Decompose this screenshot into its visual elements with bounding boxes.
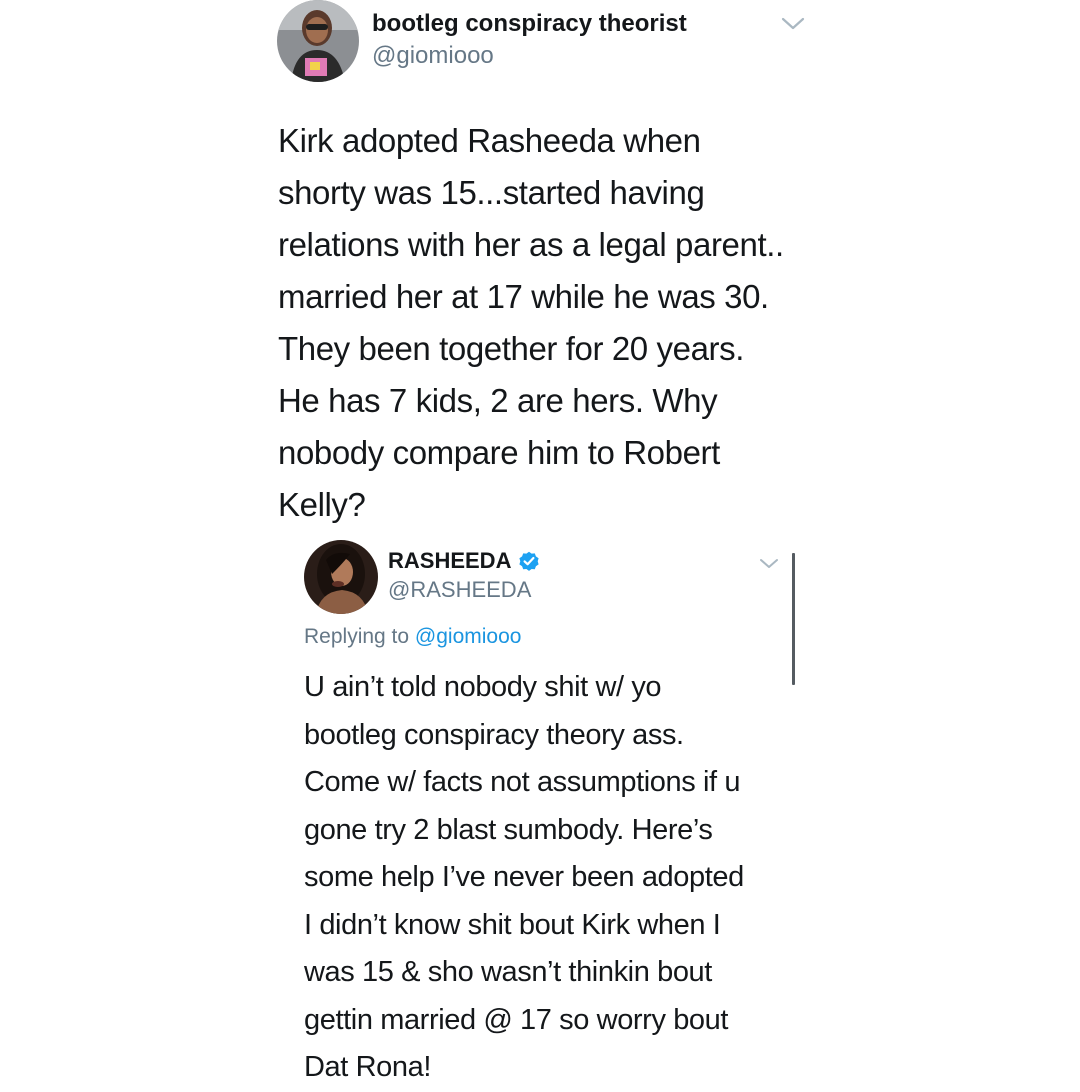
chevron-down-icon[interactable] <box>780 14 806 34</box>
reply-text-line: Dat Rona! <box>304 1051 431 1083</box>
reply-text-line: some help I’ve never been adopted <box>304 861 744 893</box>
tweet-text-line: Kelly? <box>278 486 366 523</box>
reply-text-line: U ain’t told nobody shit w/ yo <box>304 671 662 703</box>
replying-to-prefix: Replying to <box>304 625 410 648</box>
replying-to-mention-link[interactable]: @giomiooo <box>415 625 522 648</box>
chevron-down-icon[interactable] <box>758 555 780 573</box>
tweet-text-line: relations with her as a legal parent.. <box>278 226 784 263</box>
tweet-text-line: They been together for 20 years. <box>278 330 744 367</box>
reply-text-line: Come w/ facts not assumptions if u <box>304 766 741 798</box>
tweet-text-line: married her at 17 while he was 30. <box>278 278 769 315</box>
reply-text-line: was 15 & sho wasn’t thinkin bout <box>304 956 712 988</box>
replying-to-label: Replying to @giomiooo <box>304 625 521 649</box>
reply-text: U ain’t told nobody shit w/ yo bootleg c… <box>304 664 824 1092</box>
tweet-text: Kirk adopted Rasheeda when shorty was 15… <box>278 115 838 531</box>
verified-badge-icon <box>519 551 540 571</box>
tweet-text-line: shorty was 15...started having <box>278 174 705 211</box>
tweet-text-line: Kirk adopted Rasheeda when <box>278 122 701 159</box>
author-avatar[interactable] <box>277 0 359 82</box>
reply-author-display-name[interactable]: RASHEEDA <box>388 548 511 574</box>
tweet-text-line: nobody compare him to Robert <box>278 434 720 471</box>
author-display-name[interactable]: bootleg conspiracy theorist <box>372 10 687 38</box>
author-handle[interactable]: @giomiooo <box>372 42 494 70</box>
reply-text-line: gone try 2 blast sumbody. Here’s <box>304 813 713 846</box>
avatar-photo <box>277 0 359 82</box>
avatar-photo <box>304 540 378 614</box>
reply-author-handle[interactable]: @RASHEEDA <box>388 577 531 603</box>
reply-author-name-row: RASHEEDA <box>388 548 541 574</box>
reply-text-line: bootleg conspiracy theory ass. <box>304 718 684 751</box>
reply-text-line: I didn’t know shit bout Kirk when I <box>304 908 721 941</box>
reply-author-avatar[interactable] <box>304 540 378 614</box>
reply-text-line: gettin married @ 17 so worry bout <box>304 1003 729 1036</box>
tweet-text-line: He has 7 kids, 2 are hers. Why <box>278 382 718 419</box>
